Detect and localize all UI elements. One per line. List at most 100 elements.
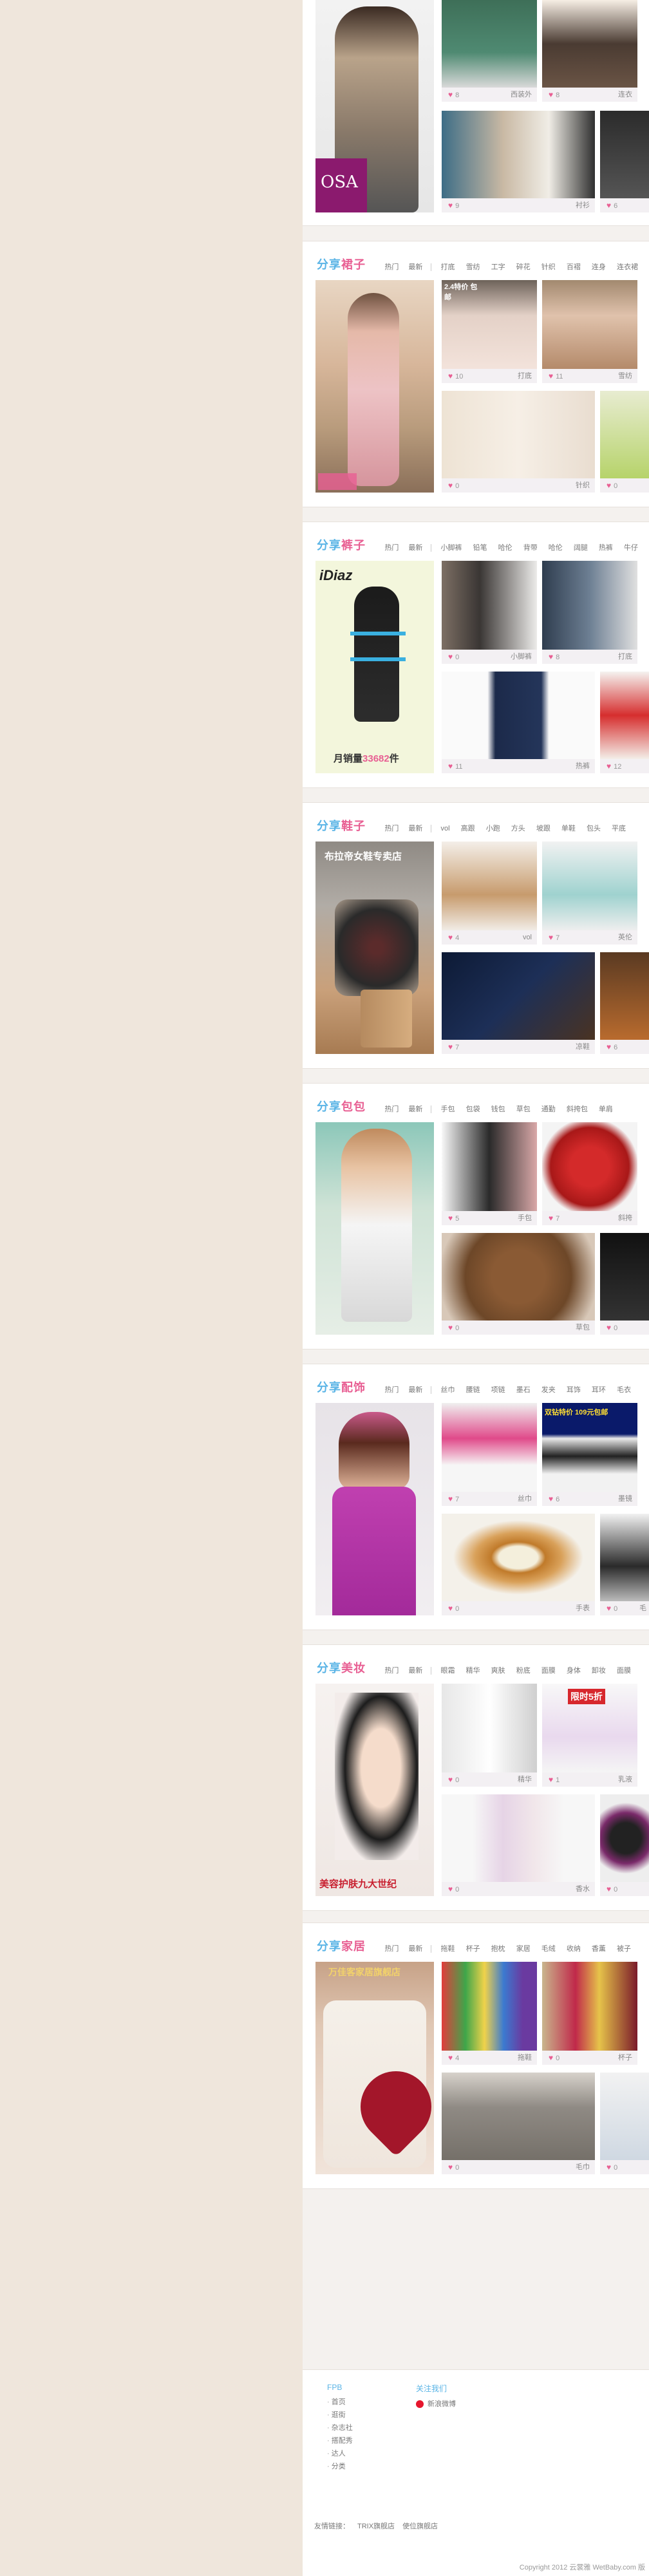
product-tile[interactable]: ♥ 6	[600, 111, 649, 212]
product-tile[interactable]: ♥ 0	[600, 391, 649, 493]
subcat-link[interactable]: 毛衣	[617, 1384, 631, 1395]
tab-hot[interactable]: 热门	[384, 261, 399, 272]
subcat-link[interactable]: 包袋	[466, 1104, 480, 1114]
tab-new[interactable]: 最新	[408, 1665, 422, 1675]
product-tile[interactable]: ♥ 0 杯子	[542, 1962, 637, 2065]
product-tile[interactable]: ♥ 7 凉鞋	[442, 952, 595, 1054]
subcat-link[interactable]: 草包	[516, 1104, 531, 1114]
tab-hot[interactable]: 热门	[384, 1665, 399, 1675]
subcat-link[interactable]: 连衣裙	[617, 261, 638, 272]
subcat-link[interactable]: 打底	[441, 261, 455, 272]
product-tile[interactable]: ♥ 0 毛	[600, 1514, 649, 1615]
subcat-link[interactable]: 家居	[516, 1943, 531, 1953]
subcat-link[interactable]: 哈伦	[498, 542, 513, 552]
subcat-link[interactable]: 阔腿	[574, 542, 588, 552]
weibo-link[interactable]: 新浪微博	[416, 2398, 456, 2411]
subcat-link[interactable]: 包头	[587, 823, 601, 833]
footer-link[interactable]: 达人	[327, 2447, 353, 2460]
tab-new[interactable]: 最新	[408, 823, 422, 833]
product-tile[interactable]: ♥ 0 毛巾	[442, 2073, 595, 2174]
tab-new[interactable]: 最新	[408, 1943, 422, 1953]
footer-link[interactable]: 逛街	[327, 2409, 353, 2421]
product-tile[interactable]: ♥ 4 vol	[442, 841, 537, 945]
subcat-link[interactable]: 平底	[612, 823, 626, 833]
subcat-link[interactable]: 被子	[617, 1943, 631, 1953]
product-tile[interactable]: ♥ 0	[600, 1794, 649, 1896]
subcat-link[interactable]: 工字	[491, 261, 505, 272]
subcat-link[interactable]: 雪纺	[466, 261, 480, 272]
tab-new[interactable]: 最新	[408, 261, 422, 272]
subcat-link[interactable]: 粉底	[516, 1665, 531, 1675]
subcat-link[interactable]: 高跟	[461, 823, 475, 833]
subcat-link[interactable]: 面膜	[617, 1665, 631, 1675]
product-tile[interactable]: ♥ 9 衬衫	[442, 111, 595, 212]
subcat-link[interactable]: 毛绒	[541, 1943, 556, 1953]
subcat-link[interactable]: 卸妆	[592, 1665, 606, 1675]
subcat-link[interactable]: 面膜	[541, 1665, 556, 1675]
product-tile[interactable]: 限时5折 ♥ 1 乳液	[542, 1684, 637, 1787]
subcat-link[interactable]: 小跑	[486, 823, 500, 833]
product-tile[interactable]: ♥ 0 草包	[442, 1233, 595, 1335]
tab-hot[interactable]: 热门	[384, 1384, 399, 1395]
product-tile[interactable]: ♥ 11 热裤	[442, 672, 595, 773]
product-tile[interactable]: ♥ 8 西装外	[442, 0, 537, 102]
footer-link[interactable]: 分类	[327, 2460, 353, 2473]
friend-link[interactable]: 使位旗舰店	[402, 2523, 438, 2530]
subcat-link[interactable]: 钱包	[491, 1104, 505, 1114]
subcat-link[interactable]: 坡跟	[536, 823, 550, 833]
feature-image[interactable]: OSA	[315, 0, 434, 212]
product-tile[interactable]: ♥ 0 手表	[442, 1514, 595, 1615]
product-tile[interactable]: ♥ 0 小脚裤	[442, 561, 537, 664]
product-tile[interactable]: ♥ 0 香水	[442, 1794, 595, 1896]
subcat-link[interactable]: 通勤	[541, 1104, 556, 1114]
product-tile[interactable]: ♥ 8 打底	[542, 561, 637, 664]
subcat-link[interactable]: 眼霜	[441, 1665, 455, 1675]
subcat-link[interactable]: 精华	[466, 1665, 480, 1675]
subcat-link[interactable]: 项链	[491, 1384, 505, 1395]
subcat-link[interactable]: 拖鞋	[441, 1943, 455, 1953]
subcat-link[interactable]: 香薰	[592, 1943, 606, 1953]
subcat-link[interactable]: 发夹	[541, 1384, 556, 1395]
tab-hot[interactable]: 热门	[384, 542, 399, 552]
subcat-link[interactable]: 方头	[511, 823, 525, 833]
subcat-link[interactable]: 耳饰	[567, 1384, 581, 1395]
section-title[interactable]: 分享家居	[317, 1940, 366, 1953]
subcat-link[interactable]: 爽肤	[491, 1665, 505, 1675]
tab-new[interactable]: 最新	[408, 542, 422, 552]
footer-link[interactable]: 首页	[327, 2396, 353, 2409]
product-tile[interactable]: ♥ 5 手包	[442, 1122, 537, 1225]
section-title[interactable]: 分享美妆	[317, 1662, 366, 1675]
subcat-link[interactable]: 背带	[523, 542, 538, 552]
product-tile[interactable]: ♥ 0 精华	[442, 1684, 537, 1787]
subcat-link[interactable]: 墨石	[516, 1384, 531, 1395]
subcat-link[interactable]: 杯子	[466, 1943, 480, 1953]
subcat-link[interactable]: 单肩	[599, 1104, 613, 1114]
subcat-link[interactable]: 单鞋	[561, 823, 576, 833]
feature-image[interactable]: iDiaz 月销量33682件	[315, 561, 434, 773]
product-tile[interactable]: ♥ 7 丝巾	[442, 1403, 537, 1506]
subcat-link[interactable]: 碎花	[516, 261, 531, 272]
tab-hot[interactable]: 热门	[384, 823, 399, 833]
feature-image[interactable]	[315, 1122, 434, 1335]
product-tile[interactable]: ♥ 0	[600, 1233, 649, 1335]
product-tile[interactable]: ♥ 0 针织	[442, 391, 595, 493]
subcat-link[interactable]: 针织	[541, 261, 556, 272]
tab-new[interactable]: 最新	[408, 1104, 422, 1114]
product-tile[interactable]: ♥ 0	[600, 2073, 649, 2174]
subcat-link[interactable]: 哈伦	[549, 542, 563, 552]
subcat-link[interactable]: 百褶	[567, 261, 581, 272]
product-tile[interactable]: 双钻特价 109元包邮 ♥ 6 墨镜	[542, 1403, 637, 1506]
feature-image[interactable]	[315, 280, 434, 493]
product-tile[interactable]: ♥ 11 雪纺	[542, 280, 637, 383]
product-tile[interactable]: ♥ 8 连衣	[542, 0, 637, 102]
product-tile[interactable]: ♥ 7 英伦	[542, 841, 637, 945]
subcat-link[interactable]: 耳环	[592, 1384, 606, 1395]
subcat-link[interactable]: 收纳	[567, 1943, 581, 1953]
subcat-link[interactable]: 斜挎包	[567, 1104, 588, 1114]
product-tile[interactable]: 2.4特价 包邮 ♥ 10 打底	[442, 280, 537, 383]
tab-new[interactable]: 最新	[408, 1384, 422, 1395]
feature-image[interactable]: 美容护肤九大世纪	[315, 1684, 434, 1896]
subcat-link[interactable]: 腰链	[466, 1384, 480, 1395]
footer-link[interactable]: 搭配秀	[327, 2434, 353, 2447]
product-tile[interactable]: ♥ 7 斜挎	[542, 1122, 637, 1225]
